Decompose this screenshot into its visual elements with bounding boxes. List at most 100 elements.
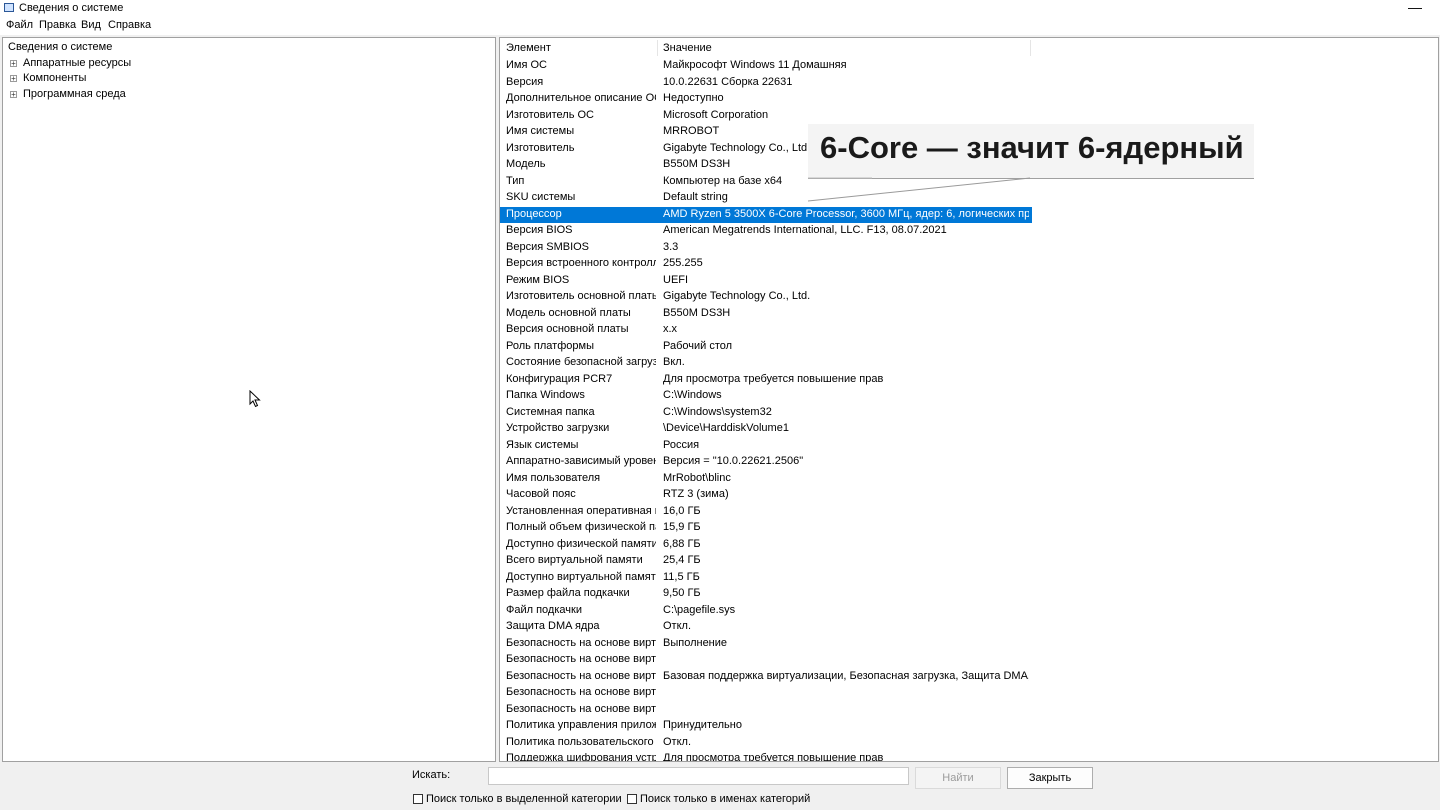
tree-node-label[interactable]: Аппаратные ресурсы xyxy=(23,57,131,69)
row-element-name: Безопасность на основе вирту... xyxy=(506,686,656,698)
row-element-name: Установленная оперативная п... xyxy=(506,504,656,517)
tree-root-system-summary[interactable]: Сведения о системе xyxy=(8,41,112,53)
table-row[interactable]: Версия встроенного контролл... 255.255 xyxy=(500,256,1032,273)
table-row[interactable]: Версия BIOS American Megatrends Internati… xyxy=(500,223,1032,240)
expand-plus-icon[interactable]: + xyxy=(10,91,17,99)
row-element-name: Язык системы xyxy=(506,438,579,451)
table-row[interactable]: Имя ОС Майкрософт Windows 11 Домашняя xyxy=(500,58,1032,75)
row-element-name: Имя ОС xyxy=(506,59,547,71)
row-value: 25,4 ГБ xyxy=(663,554,701,566)
row-value: Gigabyte Technology Co., Ltd. xyxy=(663,290,811,302)
row-element-name: Всего виртуальной памяти xyxy=(506,554,643,566)
table-row[interactable]: Устройство загрузки \Device\HarddiskVolum… xyxy=(500,421,1032,438)
table-row[interactable]: Часовой пояс RTZ 3 (зима) xyxy=(500,487,1032,504)
list-header: Элемент Значение xyxy=(500,40,1032,56)
row-element-name: Тип xyxy=(506,174,525,187)
column-header-element[interactable]: Элемент xyxy=(506,42,551,54)
table-row[interactable]: Полный объем физической па... 15,9 ГБ xyxy=(500,520,1032,537)
column-divider[interactable] xyxy=(1030,40,1031,56)
table-row[interactable]: Имя пользователя MrRobot\blinc xyxy=(500,471,1032,488)
row-element-name: Поддержка шифрования устр... xyxy=(506,752,656,762)
checkbox-label[interactable]: Поиск только в выделенной категории xyxy=(426,793,622,805)
column-header-value[interactable]: Значение xyxy=(663,42,712,54)
row-element-name: Режим BIOS xyxy=(506,273,570,286)
table-row[interactable]: Роль платформы Рабочий стол xyxy=(500,339,1032,356)
table-row[interactable]: Безопасность на основе вирту... xyxy=(500,685,1032,702)
table-row[interactable]: Дополнительное описание ОС Недоступно xyxy=(500,91,1032,108)
mouse-cursor-icon xyxy=(249,390,261,408)
row-element-name: Дополнительное описание ОС xyxy=(506,92,656,104)
table-row[interactable]: Политика управления прилож... Принудитель… xyxy=(500,718,1032,735)
row-element-name: Версия xyxy=(506,75,544,88)
tree-node-label[interactable]: Компоненты xyxy=(23,72,86,84)
table-row[interactable]: Конфигурация PCR7 Для просмотра требуется… xyxy=(500,372,1032,389)
table-row[interactable]: Файл подкачки C:\pagefile.sys xyxy=(500,603,1032,620)
table-row[interactable]: Версия основной платы x.x xyxy=(500,322,1032,339)
table-row[interactable]: Всего виртуальной памяти 25,4 ГБ xyxy=(500,553,1032,570)
row-value: 6,88 ГБ xyxy=(663,537,701,550)
checkbox-box[interactable] xyxy=(627,794,637,804)
system-info-app-icon xyxy=(4,3,14,12)
row-element-name: Имя пользователя xyxy=(506,471,601,484)
table-row[interactable]: Состояние безопасной загруз... Вкл. xyxy=(500,355,1032,372)
table-row[interactable]: Процессор AMD Ryzen 5 3500X 6-Core Proces… xyxy=(500,206,1032,223)
table-row[interactable]: Безопасность на основе вирту... xyxy=(500,702,1032,719)
row-value: 11,5 ГБ xyxy=(663,570,700,583)
row-value: C:\pagefile.sys xyxy=(663,603,736,616)
table-row[interactable]: Папка Windows C:\Windows xyxy=(500,388,1032,405)
row-element-name: Файл подкачки xyxy=(506,603,582,616)
expand-plus-icon[interactable]: + xyxy=(10,75,17,83)
row-value: Default string xyxy=(663,191,728,203)
search-input[interactable] xyxy=(488,767,909,785)
row-value: Версия = "10.0.22621.2506" xyxy=(663,455,804,467)
row-value: 3.3 xyxy=(663,240,679,253)
table-row[interactable]: Политика пользовательского ... Откл. xyxy=(500,735,1032,752)
row-value: \Device\HarddiskVolume1 xyxy=(663,422,789,434)
table-row[interactable]: Системная папка C:\Windows\system32 xyxy=(500,405,1032,422)
column-divider[interactable] xyxy=(657,40,658,56)
row-element-name: Имя системы xyxy=(506,125,575,137)
table-row[interactable]: Язык системы Россия xyxy=(500,438,1032,455)
row-value: Майкрософт Windows 11 Домашняя xyxy=(663,59,847,71)
table-row[interactable]: Установленная оперативная п... 16,0 ГБ xyxy=(500,504,1032,521)
annotation-callout: 6-Core — значит 6-ядерный xyxy=(808,124,1254,179)
table-row[interactable]: SKU системы Default string xyxy=(500,190,1032,207)
row-value: AMD Ryzen 5 3500X 6-Core Processor, 3600… xyxy=(663,207,1029,220)
table-row[interactable]: Размер файла подкачки 9,50 ГБ xyxy=(500,586,1032,603)
table-row[interactable]: Версия SMBIOS 3.3 xyxy=(500,240,1032,257)
row-element-name: Изготовитель ОС xyxy=(506,108,594,121)
table-row[interactable]: Доступно физической памяти 6,88 ГБ xyxy=(500,537,1032,554)
row-value: MrRobot\blinc xyxy=(663,471,731,484)
find-button[interactable]: Найти xyxy=(915,767,1001,789)
table-row[interactable]: Модель основной платы B550M DS3H xyxy=(500,306,1032,323)
row-element-name: Защита DMA ядра xyxy=(506,620,600,632)
close-button[interactable]: Закрыть xyxy=(1007,767,1093,789)
checkbox-label[interactable]: Поиск только в именах категорий xyxy=(640,793,810,805)
checkbox-box[interactable] xyxy=(413,794,423,804)
table-row[interactable]: Безопасность на основе вирту... Базовая п… xyxy=(500,669,1032,686)
row-element-name: Изготовитель xyxy=(506,141,575,154)
row-value: Недоступно xyxy=(663,92,724,104)
window-title: Сведения о системе xyxy=(19,2,124,14)
table-row[interactable]: Изготовитель ОС Microsoft Corporation xyxy=(500,108,1032,125)
table-row[interactable]: Поддержка шифрования устр... Для просмотр… xyxy=(500,751,1032,762)
table-row[interactable]: Доступно виртуальной памяти 11,5 ГБ xyxy=(500,570,1032,587)
table-row[interactable]: Режим BIOS UEFI xyxy=(500,273,1032,290)
tree-node-label[interactable]: Программная среда xyxy=(23,88,126,100)
table-row[interactable]: Безопасность на основе вирту... Выполнени… xyxy=(500,636,1032,653)
menu-edit[interactable]: Правка xyxy=(39,19,76,31)
row-value: Откл. xyxy=(663,620,692,632)
row-value: C:\Windows xyxy=(663,389,722,401)
table-row[interactable]: Версия 10.0.22631 Сборка 22631 xyxy=(500,75,1032,92)
row-element-name: Папка Windows xyxy=(506,389,585,401)
minimize-button[interactable]: — xyxy=(1408,0,1422,14)
menu-help[interactable]: Справка xyxy=(108,19,151,31)
table-row[interactable]: Изготовитель основной платы Gigabyte Tech… xyxy=(500,289,1032,306)
table-row[interactable]: Защита DMA ядра Откл. xyxy=(500,619,1032,636)
expand-plus-icon[interactable]: + xyxy=(10,60,17,68)
row-element-name: Конфигурация PCR7 xyxy=(506,372,613,385)
menu-file[interactable]: Файл xyxy=(6,19,33,31)
table-row[interactable]: Безопасность на основе вирту... xyxy=(500,652,1032,669)
menu-view[interactable]: Вид xyxy=(81,19,101,31)
table-row[interactable]: Аппаратно-зависимый уровен... Версия = "1… xyxy=(500,454,1032,471)
